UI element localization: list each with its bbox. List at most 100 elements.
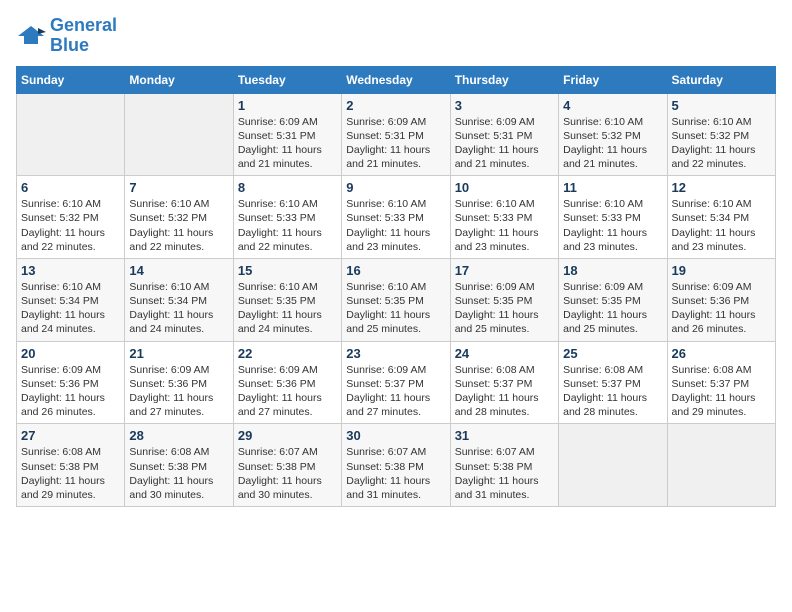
- day-number: 20: [21, 346, 120, 361]
- day-number: 6: [21, 180, 120, 195]
- logo-bird-icon: [16, 22, 46, 50]
- day-info: Sunrise: 6:10 AMSunset: 5:33 PMDaylight:…: [238, 197, 337, 254]
- calendar-cell: 18 Sunrise: 6:09 AMSunset: 5:35 PMDayligh…: [559, 258, 667, 341]
- day-info: Sunrise: 6:10 AMSunset: 5:33 PMDaylight:…: [563, 197, 662, 254]
- weekday-header-monday: Monday: [125, 66, 233, 93]
- day-number: 3: [455, 98, 554, 113]
- calendar-cell: 19 Sunrise: 6:09 AMSunset: 5:36 PMDayligh…: [667, 258, 775, 341]
- day-info: Sunrise: 6:09 AMSunset: 5:37 PMDaylight:…: [346, 363, 445, 420]
- weekday-header-sunday: Sunday: [17, 66, 125, 93]
- day-number: 4: [563, 98, 662, 113]
- day-info: Sunrise: 6:07 AMSunset: 5:38 PMDaylight:…: [238, 445, 337, 502]
- calendar-cell: 29 Sunrise: 6:07 AMSunset: 5:38 PMDayligh…: [233, 424, 341, 507]
- calendar-week-3: 13Sunrise: 6:10 AMSunset: 5:34 PMDayligh…: [17, 258, 776, 341]
- weekday-header-friday: Friday: [559, 66, 667, 93]
- calendar-cell: 5 Sunrise: 6:10 AMSunset: 5:32 PMDaylight…: [667, 93, 775, 176]
- calendar-cell: 20Sunrise: 6:09 AMSunset: 5:36 PMDayligh…: [17, 341, 125, 424]
- day-number: 16: [346, 263, 445, 278]
- calendar-week-4: 20 Sunrise: 6:09 AMSunset: 5:36 PMDayligh…: [17, 341, 776, 424]
- day-info: Sunrise: 6:10 AMSunset: 5:32 PMDaylight:…: [129, 197, 228, 254]
- day-number: 26: [672, 346, 771, 361]
- day-info: Sunrise: 6:10 AMSunset: 5:33 PMDaylight:…: [346, 197, 445, 254]
- day-info: Sunrise: 6:07 AMSunset: 5:38 PMDaylight:…: [346, 445, 445, 502]
- day-number: 25: [563, 346, 662, 361]
- calendar-cell: 15 Sunrise: 6:10 AMSunset: 5:35 PMDayligh…: [233, 258, 341, 341]
- day-info: Sunrise: 6:09 AMSunset: 5:35 PMDaylight:…: [563, 280, 662, 337]
- calendar-cell: 31Sunrise: 6:07 AMSunset: 5:38 PMDayligh…: [450, 424, 558, 507]
- day-number: 19: [672, 263, 771, 278]
- day-number: 28: [129, 428, 228, 443]
- calendar-cell: [559, 424, 667, 507]
- day-info: Sunrise: 6:09 AMSunset: 5:31 PMDaylight:…: [346, 115, 445, 172]
- day-info: Sunrise: 6:10 AMSunset: 5:35 PMDaylight:…: [238, 280, 337, 337]
- day-number: 11: [563, 180, 662, 195]
- day-number: 9: [346, 180, 445, 195]
- day-number: 22: [238, 346, 337, 361]
- calendar-cell: 7 Sunrise: 6:10 AMSunset: 5:32 PMDaylight…: [125, 176, 233, 259]
- day-number: 29: [238, 428, 337, 443]
- calendar-cell: 12 Sunrise: 6:10 AMSunset: 5:34 PMDayligh…: [667, 176, 775, 259]
- calendar-table: SundayMondayTuesdayWednesdayThursdayFrid…: [16, 66, 776, 507]
- calendar-cell: 30 Sunrise: 6:07 AMSunset: 5:38 PMDayligh…: [342, 424, 450, 507]
- calendar-cell: 16Sunrise: 6:10 AMSunset: 5:35 PMDayligh…: [342, 258, 450, 341]
- calendar-week-1: 1Sunrise: 6:09 AMSunset: 5:31 PMDaylight…: [17, 93, 776, 176]
- calendar-cell: 4 Sunrise: 6:10 AMSunset: 5:32 PMDaylight…: [559, 93, 667, 176]
- page-header: General Blue: [16, 16, 776, 56]
- calendar-cell: [667, 424, 775, 507]
- calendar-cell: 2 Sunrise: 6:09 AMSunset: 5:31 PMDaylight…: [342, 93, 450, 176]
- calendar-cell: 6 Sunrise: 6:10 AMSunset: 5:32 PMDaylight…: [17, 176, 125, 259]
- day-info: Sunrise: 6:07 AMSunset: 5:38 PMDaylight:…: [455, 445, 554, 502]
- calendar-week-2: 6 Sunrise: 6:10 AMSunset: 5:32 PMDaylight…: [17, 176, 776, 259]
- day-number: 8: [238, 180, 337, 195]
- day-number: 7: [129, 180, 228, 195]
- day-info: Sunrise: 6:08 AMSunset: 5:37 PMDaylight:…: [455, 363, 554, 420]
- day-info: Sunrise: 6:10 AMSunset: 5:32 PMDaylight:…: [21, 197, 120, 254]
- weekday-header-saturday: Saturday: [667, 66, 775, 93]
- calendar-cell: 1Sunrise: 6:09 AMSunset: 5:31 PMDaylight…: [233, 93, 341, 176]
- day-info: Sunrise: 6:09 AMSunset: 5:36 PMDaylight:…: [238, 363, 337, 420]
- day-info: Sunrise: 6:09 AMSunset: 5:31 PMDaylight:…: [238, 115, 337, 172]
- day-info: Sunrise: 6:09 AMSunset: 5:36 PMDaylight:…: [672, 280, 771, 337]
- calendar-cell: 8 Sunrise: 6:10 AMSunset: 5:33 PMDaylight…: [233, 176, 341, 259]
- calendar-cell: 10 Sunrise: 6:10 AMSunset: 5:33 PMDayligh…: [450, 176, 558, 259]
- weekday-header-wednesday: Wednesday: [342, 66, 450, 93]
- calendar-cell: 26Sunrise: 6:08 AMSunset: 5:37 PMDayligh…: [667, 341, 775, 424]
- day-info: Sunrise: 6:08 AMSunset: 5:37 PMDaylight:…: [563, 363, 662, 420]
- calendar-header: SundayMondayTuesdayWednesdayThursdayFrid…: [17, 66, 776, 93]
- day-number: 24: [455, 346, 554, 361]
- day-number: 10: [455, 180, 554, 195]
- day-info: Sunrise: 6:10 AMSunset: 5:32 PMDaylight:…: [563, 115, 662, 172]
- day-number: 14: [129, 263, 228, 278]
- day-number: 2: [346, 98, 445, 113]
- day-info: Sunrise: 6:10 AMSunset: 5:34 PMDaylight:…: [672, 197, 771, 254]
- day-number: 27: [21, 428, 120, 443]
- calendar-cell: 25 Sunrise: 6:08 AMSunset: 5:37 PMDayligh…: [559, 341, 667, 424]
- calendar-cell: 21 Sunrise: 6:09 AMSunset: 5:36 PMDayligh…: [125, 341, 233, 424]
- calendar-cell: 11 Sunrise: 6:10 AMSunset: 5:33 PMDayligh…: [559, 176, 667, 259]
- calendar-cell: 28 Sunrise: 6:08 AMSunset: 5:38 PMDayligh…: [125, 424, 233, 507]
- day-info: Sunrise: 6:09 AMSunset: 5:35 PMDaylight:…: [455, 280, 554, 337]
- day-info: Sunrise: 6:10 AMSunset: 5:32 PMDaylight:…: [672, 115, 771, 172]
- day-number: 12: [672, 180, 771, 195]
- day-info: Sunrise: 6:09 AMSunset: 5:36 PMDaylight:…: [129, 363, 228, 420]
- calendar-body: 1Sunrise: 6:09 AMSunset: 5:31 PMDaylight…: [17, 93, 776, 506]
- day-number: 15: [238, 263, 337, 278]
- weekday-header-row: SundayMondayTuesdayWednesdayThursdayFrid…: [17, 66, 776, 93]
- day-info: Sunrise: 6:10 AMSunset: 5:33 PMDaylight:…: [455, 197, 554, 254]
- calendar-cell: [125, 93, 233, 176]
- day-number: 23: [346, 346, 445, 361]
- calendar-cell: [17, 93, 125, 176]
- calendar-cell: 27Sunrise: 6:08 AMSunset: 5:38 PMDayligh…: [17, 424, 125, 507]
- calendar-week-5: 27 Sunrise: 6:08 AMSunset: 5:38 PMDayligh…: [17, 424, 776, 507]
- day-number: 30: [346, 428, 445, 443]
- day-number: 21: [129, 346, 228, 361]
- weekday-header-thursday: Thursday: [450, 66, 558, 93]
- day-number: 18: [563, 263, 662, 278]
- day-number: 5: [672, 98, 771, 113]
- day-info: Sunrise: 6:10 AMSunset: 5:34 PMDaylight:…: [21, 280, 120, 337]
- day-info: Sunrise: 6:08 AMSunset: 5:38 PMDaylight:…: [129, 445, 228, 502]
- day-number: 17: [455, 263, 554, 278]
- logo: General Blue: [16, 16, 117, 56]
- day-info: Sunrise: 6:09 AMSunset: 5:31 PMDaylight:…: [455, 115, 554, 172]
- calendar-cell: 13Sunrise: 6:10 AMSunset: 5:34 PMDayligh…: [17, 258, 125, 341]
